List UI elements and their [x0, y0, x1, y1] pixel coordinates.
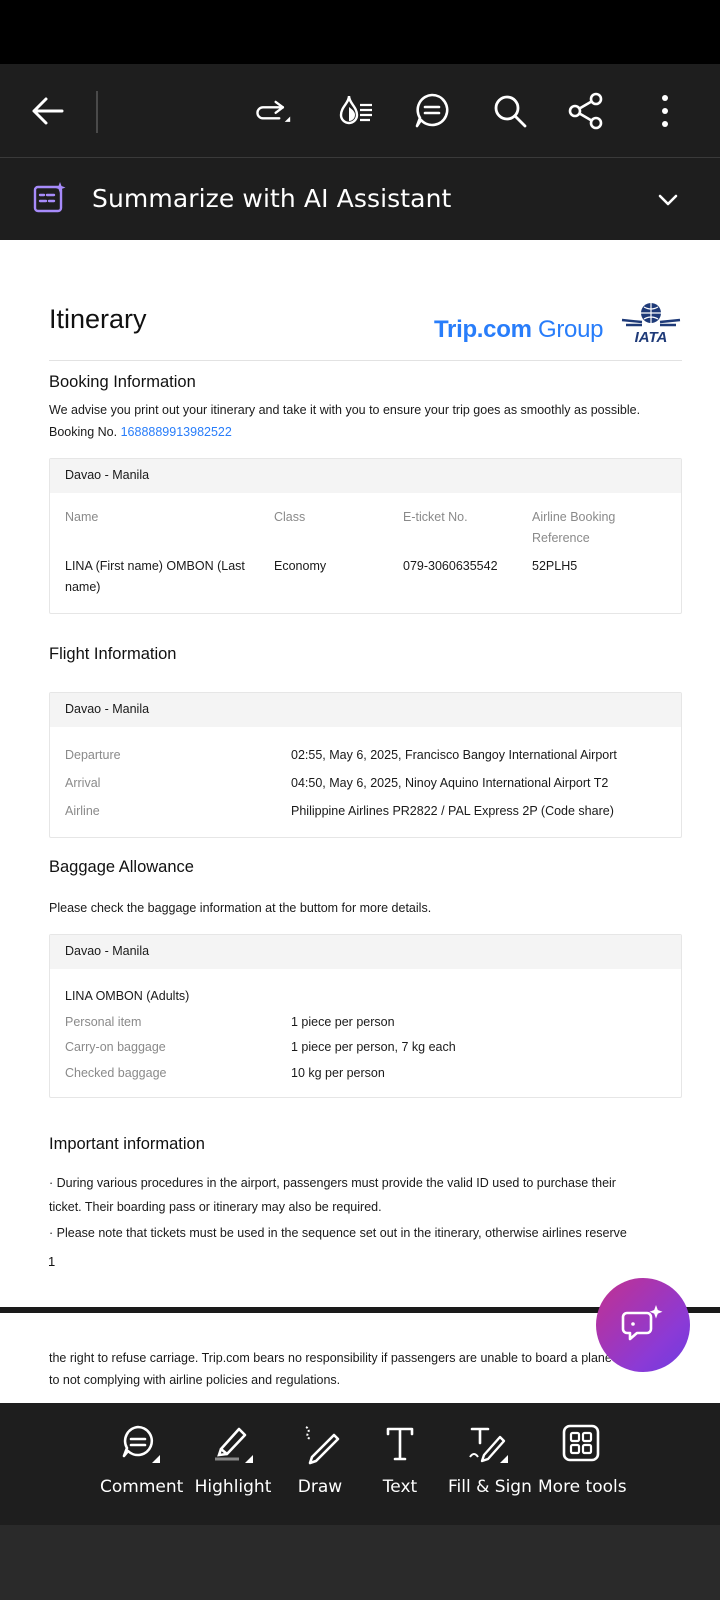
booking-number-link[interactable]: 1688889913982522 [121, 425, 232, 439]
more-icon[interactable] [645, 91, 685, 131]
baggage-heading: Baggage Allowance [49, 858, 194, 876]
trip-com-group-logo: Trip.com Group [434, 316, 604, 344]
class-value: Economy [274, 559, 327, 573]
personal-item-label: Personal item [65, 1015, 142, 1029]
pen-icon [305, 1426, 340, 1465]
arrival-label: Arrival [65, 776, 101, 790]
arrival-value: 04:50, May 6, 2025, Ninoy Aquino Interna… [291, 776, 609, 790]
col-booking-ref-1: Airline Booking [532, 510, 616, 524]
booking-card: Davao - Manila Name Class E-ticket No. A… [49, 458, 682, 614]
top-toolbar [0, 64, 720, 158]
grid-icon [562, 1424, 600, 1462]
document-title: Itinerary [49, 304, 147, 334]
departure-label: Departure [65, 748, 121, 762]
airline-value: Philippine Airlines PR2822 / PAL Express… [291, 804, 614, 818]
passenger-name-1: LINA (First name) OMBON (Last [65, 559, 245, 573]
draw-tool[interactable]: Draw [292, 1421, 348, 1497]
booking-info-heading: Booking Information [49, 373, 196, 391]
baggage-note: Please check the baggage information at … [49, 901, 432, 915]
ai-assistant-bar[interactable]: Summarize with AI Assistant [0, 158, 720, 240]
toolbar-divider [96, 91, 98, 133]
personal-item-value: 1 piece per person [291, 1015, 395, 1029]
text-icon [386, 1427, 414, 1461]
flight-info-heading: Flight Information [49, 645, 177, 663]
status-bar [0, 0, 720, 64]
col-name: Name [65, 510, 99, 524]
page2-line-2: to not complying with airline policies a… [49, 1373, 341, 1387]
checked-value: 10 kg per person [291, 1066, 385, 1080]
draw-label: Draw [297, 1477, 343, 1497]
flight-route: Davao - Manila [65, 702, 150, 716]
highlight-label: Highlight [194, 1477, 272, 1497]
text-label: Text [382, 1477, 418, 1497]
flight-card: Davao - Manila Departure 02:55, May 6, 2… [49, 692, 682, 838]
comment-list-icon[interactable] [412, 91, 452, 131]
important-line-3: · Please note that tickets must be used … [49, 1226, 627, 1240]
logo-group-text: Group [538, 316, 604, 343]
redo-icon[interactable] [252, 91, 292, 131]
ai-chat-icon [621, 1305, 663, 1341]
fill-sign-tool[interactable]: Fill & Sign [448, 1421, 532, 1497]
important-line-1: · During various procedures in the airpo… [49, 1176, 616, 1190]
important-line-2: ticket. Their boarding pass or itinerary… [49, 1200, 382, 1214]
booking-number-line: Booking No. 1688889913982522 [49, 425, 232, 439]
iata-logo: IATA [621, 303, 681, 344]
title-divider [49, 360, 682, 361]
svg-text:IATA: IATA [635, 329, 668, 344]
col-eticket: E-ticket No. [403, 510, 468, 524]
system-nav-bar [0, 1525, 720, 1600]
flight-route-header: Davao - Manila [50, 693, 681, 727]
ai-assistant-fab[interactable] [596, 1278, 690, 1372]
col-class: Class [274, 510, 306, 524]
logo-trip-text: Trip.com [434, 316, 532, 343]
checked-label: Checked baggage [65, 1066, 167, 1080]
col-booking-ref-2: Reference [532, 531, 590, 545]
text-tool[interactable]: Text [374, 1421, 426, 1497]
more-tools-label: More tools [538, 1477, 627, 1497]
share-icon[interactable] [566, 91, 606, 131]
booking-route-header: Davao - Manila [50, 459, 681, 493]
baggage-route-header: Davao - Manila [50, 935, 681, 969]
departure-value: 02:55, May 6, 2025, Francisco Bangoy Int… [291, 748, 617, 762]
fill-sign-icon [469, 1427, 508, 1463]
carryon-label: Carry-on baggage [65, 1040, 166, 1054]
airline-label: Airline [65, 804, 100, 818]
eticket-value: 079-3060635542 [403, 559, 498, 573]
page2-line-1: the right to refuse carriage. Trip.com b… [49, 1351, 637, 1365]
booking-route: Davao - Manila [65, 468, 150, 482]
page-number: 1 [48, 1254, 56, 1269]
highlighter-icon [215, 1427, 253, 1463]
chevron-down-icon[interactable] [654, 188, 682, 212]
important-heading: Important information [49, 1135, 205, 1153]
baggage-passenger: LINA OMBON (Adults) [65, 989, 190, 1003]
ai-summary-icon [33, 182, 66, 213]
back-arrow-icon[interactable] [27, 91, 67, 131]
reading-mode-icon[interactable] [336, 91, 376, 131]
booking-advice-text: We advise you print out your itinerary a… [49, 403, 641, 417]
ai-assistant-title[interactable]: Summarize with AI Assistant [92, 158, 451, 240]
highlight-tool[interactable]: Highlight [193, 1421, 273, 1497]
bottom-toolbar: Comment Highlight Draw Text Fill & Sign … [0, 1403, 720, 1525]
baggage-card: Davao - Manila LINA OMBON (Adults) Perso… [49, 934, 682, 1098]
baggage-route: Davao - Manila [65, 944, 150, 958]
pdf-page-1[interactable]: Itinerary Trip.com Group IATA Booking In… [0, 240, 720, 1310]
booking-number-label: Booking No. [49, 425, 118, 439]
carryon-value: 1 piece per person, 7 kg each [291, 1040, 456, 1054]
comment-label: Comment [100, 1477, 184, 1497]
comment-icon [122, 1425, 160, 1463]
search-icon[interactable] [490, 91, 530, 131]
more-tools[interactable]: More tools [538, 1421, 627, 1497]
fill-sign-label: Fill & Sign [448, 1477, 532, 1497]
passenger-name-2: name) [65, 580, 101, 594]
booking-ref-value: 52PLH5 [532, 559, 578, 573]
comment-tool[interactable]: Comment [100, 1421, 184, 1497]
